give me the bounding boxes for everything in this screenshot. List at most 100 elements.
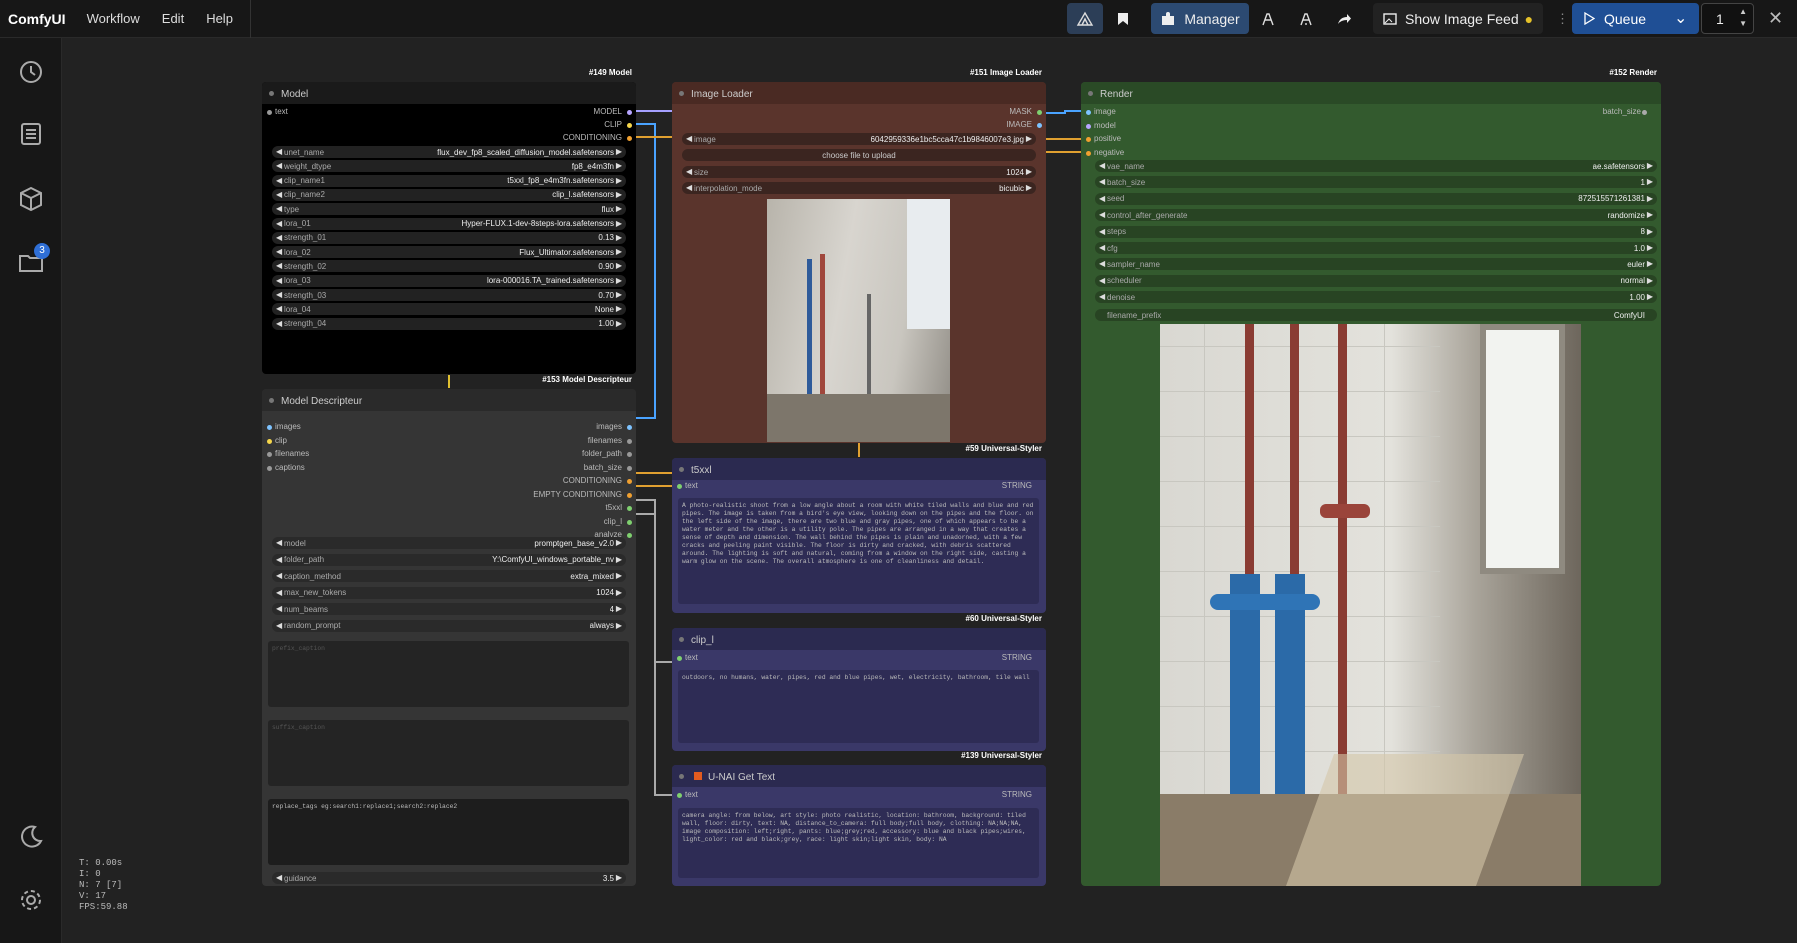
text-port[interactable]: text: [685, 790, 698, 799]
port-dot[interactable]: [267, 438, 272, 444]
port-dot[interactable]: [627, 452, 632, 457]
widget-4[interactable]: ◀ type flux ▶: [272, 203, 626, 216]
port-dot[interactable]: [267, 452, 272, 457]
arrow-left-icon[interactable]: ◀: [1099, 292, 1105, 301]
arrow-right-icon[interactable]: ▶: [1647, 276, 1653, 285]
port-dot[interactable]: [627, 465, 632, 471]
output-mask-port[interactable]: MASK: [1009, 107, 1032, 116]
arrow-left-icon[interactable]: ◀: [276, 190, 282, 199]
t5xxl-textarea[interactable]: A photo-realistic shoot from a low angle…: [678, 498, 1039, 604]
get-text-textarea[interactable]: camera angle: from below, art style: pho…: [678, 808, 1039, 878]
output-dot[interactable]: [1037, 110, 1042, 115]
widget-5[interactable]: ◀ lora_01 Hyper-FLUX.1-dev-8steps-lora.saf…: [272, 217, 626, 230]
arrow-right-icon[interactable]: ▶: [1647, 227, 1653, 236]
output-dot[interactable]: [1037, 123, 1042, 128]
output-conditioning-port[interactable]: CONDITIONING: [563, 133, 622, 142]
port[interactable]: images: [596, 422, 622, 431]
arrow-right-icon[interactable]: ▶: [616, 571, 622, 580]
widget-9[interactable]: ◀ lora_03 lora-000016.TA_trained.safetenso…: [272, 274, 626, 287]
widget-5[interactable]: ◀ cfg 1.0 ▶: [1095, 242, 1657, 254]
replace-tags-textarea[interactable]: replace_tags eg:search1:replace1;search2…: [268, 799, 629, 865]
suffix-caption-textarea[interactable]: suffix_caption: [268, 720, 629, 786]
output-model-port[interactable]: MODEL: [594, 107, 622, 116]
input-dot[interactable]: [677, 656, 682, 661]
arrow-left-icon[interactable]: ◀: [276, 621, 282, 630]
filename-prefix-widget[interactable]: filename_prefix ComfyUI: [1095, 309, 1657, 321]
widget-4[interactable]: ◀ num_beams 4 ▶: [272, 603, 626, 615]
t5xxl-text-node[interactable]: t5xxl text STRING A photo-realistic shoo…: [672, 458, 1046, 613]
arrow-left-icon[interactable]: ◀: [1099, 210, 1105, 219]
prefix-caption-textarea[interactable]: prefix_caption: [268, 641, 629, 707]
model-node[interactable]: Model text MODEL CLIP CONDITIONING ◀ unet…: [262, 82, 636, 374]
port[interactable]: folder_path: [582, 449, 622, 458]
port-dot[interactable]: [267, 425, 272, 430]
port[interactable]: model: [1094, 121, 1116, 130]
arrow-right-icon[interactable]: ▶: [616, 319, 622, 328]
arrow-left-icon[interactable]: ◀: [1099, 227, 1105, 236]
port-dot[interactable]: [627, 438, 632, 444]
arrow-right-icon[interactable]: ▶: [616, 276, 622, 285]
get-text-node[interactable]: U-NAI Get Text text STRING camera angle:…: [672, 765, 1046, 886]
arrow-left-icon[interactable]: ◀: [1099, 259, 1105, 268]
image-select-widget[interactable]: ◀ image 6042959336e1bc5cca47c1b9846007e3.j…: [682, 133, 1036, 145]
port[interactable]: t5xxl: [606, 503, 622, 512]
arrow-right-icon[interactable]: ▶: [616, 190, 622, 199]
widget-0[interactable]: ◀ model promptgen_base_v2.0 ▶: [272, 537, 626, 549]
arrow-right-icon[interactable]: ▶: [616, 176, 622, 185]
widget-2[interactable]: ◀ clip_name1 t5xxl_fp8_e4m3fn.safetensors ▶: [272, 174, 626, 187]
port[interactable]: captions: [275, 463, 305, 472]
widget-2[interactable]: ◀ caption_method extra_mixed ▶: [272, 570, 626, 582]
descripteur-node[interactable]: Model Descripteur images clip filenames cap…: [262, 389, 636, 886]
widget-12[interactable]: ◀ strength_04 1.00 ▶: [272, 317, 626, 330]
output-clip-port[interactable]: CLIP: [604, 120, 622, 129]
arrow-left-icon[interactable]: ◀: [276, 233, 282, 242]
port-dot[interactable]: [627, 533, 632, 538]
arrow-right-icon[interactable]: ▶: [616, 555, 622, 564]
arrow-right-icon[interactable]: ▶: [616, 219, 622, 228]
port[interactable]: images: [275, 422, 301, 431]
arrow-left-icon[interactable]: ◀: [276, 588, 282, 597]
string-output-port[interactable]: STRING: [1002, 481, 1032, 490]
arrow-right-icon[interactable]: ▶: [616, 290, 622, 299]
arrow-left-icon[interactable]: ◀: [276, 176, 282, 185]
widget-0[interactable]: ◀ vae_name ae.safetensors ▶: [1095, 160, 1657, 172]
arrow-left-icon[interactable]: ◀: [276, 538, 282, 547]
widget-3[interactable]: ◀ clip_name2 clip_l.safetensors ▶: [272, 188, 626, 201]
input-dot[interactable]: [267, 110, 272, 115]
text-port[interactable]: text: [685, 481, 698, 490]
widget-8[interactable]: ◀ strength_02 0.90 ▶: [272, 260, 626, 273]
arrow-right-icon[interactable]: ▶: [616, 588, 622, 597]
port[interactable]: filenames: [588, 436, 622, 445]
string-output-port[interactable]: STRING: [1002, 790, 1032, 799]
widget-5[interactable]: ◀ random_prompt always ▶: [272, 619, 626, 632]
arrow-right-icon[interactable]: ▶: [616, 161, 622, 170]
arrow-left-icon[interactable]: ◀: [276, 147, 282, 156]
widget-7[interactable]: ◀ lora_02 Flux_Ultimator.safetensors ▶: [272, 246, 626, 259]
arrow-left-icon[interactable]: ◀: [276, 571, 282, 580]
arrow-left-icon[interactable]: ◀: [276, 161, 282, 170]
port-dot[interactable]: [1086, 123, 1091, 129]
widget-1[interactable]: ◀ batch_size 1 ▶: [1095, 176, 1657, 189]
port-dot[interactable]: [1086, 150, 1091, 156]
widget-6[interactable]: ◀ strength_01 0.13 ▶: [272, 231, 626, 244]
port-dot[interactable]: [267, 465, 272, 471]
input-dot[interactable]: [677, 793, 682, 798]
arrow-right-icon[interactable]: ▶: [616, 621, 622, 630]
widget-8[interactable]: ◀ denoise 1.00 ▶: [1095, 291, 1657, 304]
arrow-left-icon[interactable]: ◀: [276, 555, 282, 564]
port-dot[interactable]: [627, 506, 632, 511]
widget-10[interactable]: ◀ strength_03 0.70 ▶: [272, 289, 626, 301]
upload-button[interactable]: choose file to upload: [682, 149, 1036, 161]
size-widget[interactable]: ◀ size 1024 ▶: [682, 166, 1036, 178]
arrow-left-icon[interactable]: ◀: [276, 290, 282, 299]
port[interactable]: image: [1094, 107, 1116, 116]
arrow-left-icon[interactable]: ◀: [276, 276, 282, 285]
image-loader-node[interactable]: Image Loader MASK IMAGE ◀ image 6042959336…: [672, 82, 1046, 443]
arrow-left-icon[interactable]: ◀: [276, 247, 282, 256]
arrow-left-icon[interactable]: ◀: [1099, 177, 1105, 186]
port[interactable]: batch_size: [584, 463, 622, 472]
arrow-right-icon[interactable]: ▶: [616, 261, 622, 270]
arrow-right-icon[interactable]: ▶: [616, 247, 622, 256]
widget-0[interactable]: ◀ unet_name flux_dev_fp8_scaled_diffusion_…: [272, 146, 626, 158]
render-node[interactable]: Render image model positive negative batch_…: [1081, 82, 1661, 886]
